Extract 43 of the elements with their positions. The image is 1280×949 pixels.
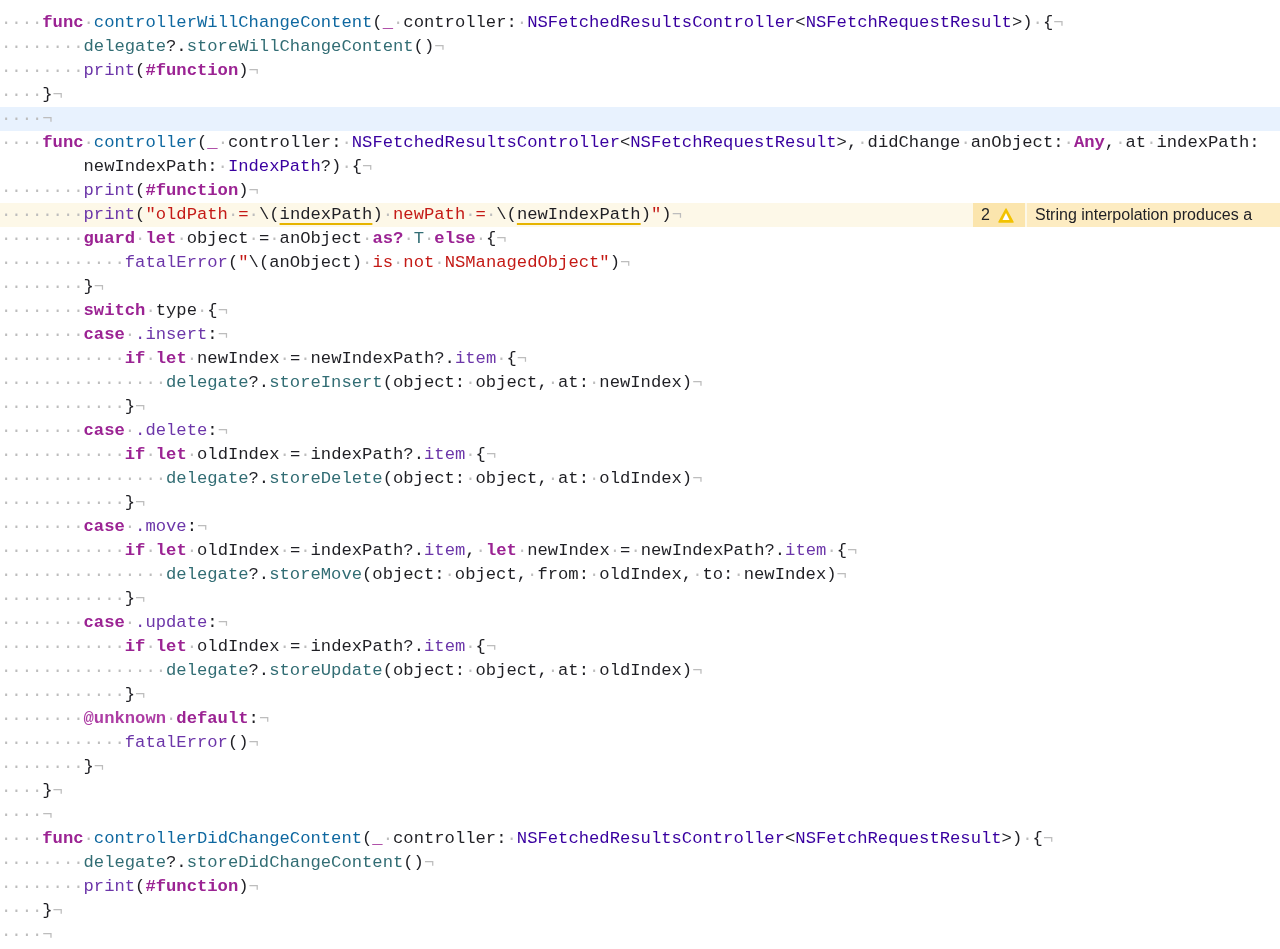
code-line: ········guard·let·object·=·anObject·as?·T·else·{¬ [1, 228, 507, 250]
code-line: ····¬ [1, 108, 53, 130]
code-line: ····}¬ [1, 900, 63, 922]
code-line: ····func·controllerWillChangeContent(_·controller:·NSFetchedResultsController<NSFetchRequestResult>)·{¬ [1, 12, 1064, 34]
code-line: ········delegate?.storeDidChangeContent()¬ [1, 852, 435, 874]
code-line: ········print("oldPath·=·\(indexPath)·newPath·=·\(newIndexPath)")¬ [1, 204, 682, 226]
code-line: ············if·let·oldIndex·=·indexPath?.item·{¬ [1, 636, 497, 658]
code-line: ················delegate?.storeInsert(object:·object,·at:·newIndex)¬ [1, 372, 703, 394]
code-line: ····func·controller(_·controller:·NSFetchedResultsController<NSFetchRequestResult>,·didChange·anObject:·Any,·at·indexPath: [1, 132, 1260, 154]
code-line: ········switch·type·{¬ [1, 300, 228, 322]
code-line: ········print(#function)¬ [1, 876, 259, 898]
issue-count: 2 [981, 205, 990, 225]
code-line: ····¬ [1, 804, 53, 826]
code-line: ········print(#function)¬ [1, 180, 259, 202]
code-line: ········}¬ [1, 756, 105, 778]
code-line: ············fatalError()¬ [1, 732, 259, 754]
warning-icon [997, 207, 1014, 223]
code-line: ····¬ [1, 924, 53, 946]
code-line: ········delegate?.storeWillChangeContent()¬ [1, 36, 445, 58]
code-line: ········case·.delete:¬ [1, 420, 228, 442]
code-line: ················delegate?.storeMove(object:·object,·from:·oldIndex,·to:·newIndex)¬ [1, 564, 847, 586]
code-line: ············if·let·newIndex·=·newIndexPath?.item·{¬ [1, 348, 528, 370]
issue-count-badge[interactable]: 2 [973, 203, 1025, 227]
code-line: ················delegate?.storeDelete(object:·object,·at:·oldIndex)¬ [1, 468, 703, 490]
code-line: ····func·controllerDidChangeContent(_·controller:·NSFetchedResultsController<NSFetchRequestResult>)·{¬ [1, 828, 1054, 850]
code-line: ········case·.update:¬ [1, 612, 228, 634]
code-line: ········}¬ [1, 276, 105, 298]
code-line: ····}¬ [1, 780, 63, 802]
code-line: ············}¬ [1, 492, 146, 514]
code-line: ············if·let·oldIndex·=·indexPath?.item,·let·newIndex·=·newIndexPath?.item·{¬ [1, 540, 858, 562]
code-line: ············}¬ [1, 684, 146, 706]
code-line: ················delegate?.storeUpdate(object:·object,·at:·oldIndex)¬ [1, 660, 703, 682]
code-line: ········case·.move:¬ [1, 516, 208, 538]
code-line: ············}¬ [1, 588, 146, 610]
code-line: ····}¬ [1, 84, 63, 106]
code-line: ········@unknown·default:¬ [1, 708, 270, 730]
code-line: ············if·let·oldIndex·=·indexPath?.item·{¬ [1, 444, 497, 466]
code-line: ········print(#function)¬ [1, 60, 259, 82]
code-line: ········case·.insert:¬ [1, 324, 228, 346]
code-line: ············fatalError("\(anObject)·is·not·NSManagedObject")¬ [1, 252, 631, 274]
warning-message: String interpolation produces a [1027, 203, 1280, 227]
code-line: ············}¬ [1, 396, 146, 418]
code-line: newIndexPath:·IndexPath?)·{¬ [82, 156, 373, 178]
